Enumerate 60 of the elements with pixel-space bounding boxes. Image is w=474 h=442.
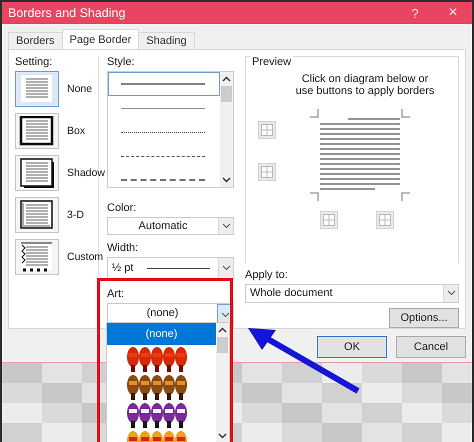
border-setting-button[interactable] <box>15 155 59 191</box>
page-border-icon <box>19 116 55 146</box>
scrollbar-thumb[interactable] <box>217 337 228 353</box>
setting-option-label: 3-D <box>67 209 84 221</box>
dialog-button[interactable]: OK <box>317 336 387 358</box>
chevron-down-icon <box>220 312 230 318</box>
grid-icon <box>261 166 273 178</box>
preview-label: Preview <box>250 56 294 68</box>
page-border-icon <box>19 242 55 272</box>
color-label: Color: <box>107 202 138 214</box>
color-dropdown[interactable]: Automatic <box>107 217 234 235</box>
border-toggle-button[interactable] <box>320 211 338 229</box>
scrollbar[interactable] <box>220 72 233 187</box>
chevron-down-icon <box>446 290 456 296</box>
scrollbar-thumb[interactable] <box>221 86 232 102</box>
style-label: Style: <box>107 56 136 68</box>
art-option[interactable]: (none) <box>107 323 216 345</box>
chevron-down-icon <box>222 177 231 183</box>
border-setting-button[interactable] <box>15 113 59 149</box>
setting-option-label: Shadow <box>67 167 105 179</box>
border-toggle-button[interactable] <box>258 163 276 181</box>
line-style-option[interactable] <box>108 72 220 96</box>
chevron-down-icon <box>222 265 230 271</box>
apply-to-dropdown[interactable]: Whole document <box>245 284 459 303</box>
width-value: ½ pt <box>111 262 134 274</box>
art-value: (none) <box>146 306 180 321</box>
grid-icon <box>323 214 335 226</box>
setting-label: Setting: <box>15 56 54 68</box>
tab[interactable]: Page Border <box>62 29 140 49</box>
chevron-down-icon <box>218 433 227 439</box>
chevron-up-icon <box>218 327 227 333</box>
chevron-down-icon <box>222 223 230 229</box>
style-list[interactable] <box>107 71 234 188</box>
setting-option-label: Box <box>67 125 86 137</box>
border-setting-button[interactable] <box>15 197 59 233</box>
page-border-icon <box>19 200 55 230</box>
color-value: Automatic <box>138 220 188 232</box>
art-label: Art: <box>107 288 126 300</box>
page-border-icon <box>19 158 55 188</box>
width-dropdown[interactable]: ½ pt <box>107 257 234 279</box>
border-setting-button[interactable] <box>15 239 59 275</box>
tab[interactable]: Borders <box>8 32 63 49</box>
art-dropdown-list[interactable]: (none) <box>106 322 230 442</box>
setting-option-label: None <box>67 83 92 95</box>
width-label: Width: <box>107 242 140 254</box>
setting-option-label: Custom <box>67 251 104 263</box>
apply-to-label: Apply to: <box>245 268 289 281</box>
tab[interactable]: Shading <box>138 32 195 49</box>
border-toggle-button[interactable] <box>376 211 394 229</box>
preview-hint: Click on diagram below or use buttons to apply borders <box>294 73 436 97</box>
dialog-button[interactable]: Cancel <box>396 336 466 358</box>
grid-icon <box>379 214 391 226</box>
window-title: Borders and Shading <box>7 6 126 20</box>
apply-to-value: Whole document <box>249 287 334 300</box>
border-toggle-button[interactable] <box>258 121 276 139</box>
page-border-icon <box>19 74 55 104</box>
options-button[interactable]: Options... <box>389 308 459 328</box>
grid-icon <box>261 124 273 136</box>
chevron-up-icon <box>222 76 231 82</box>
scrollbar[interactable] <box>216 323 229 442</box>
